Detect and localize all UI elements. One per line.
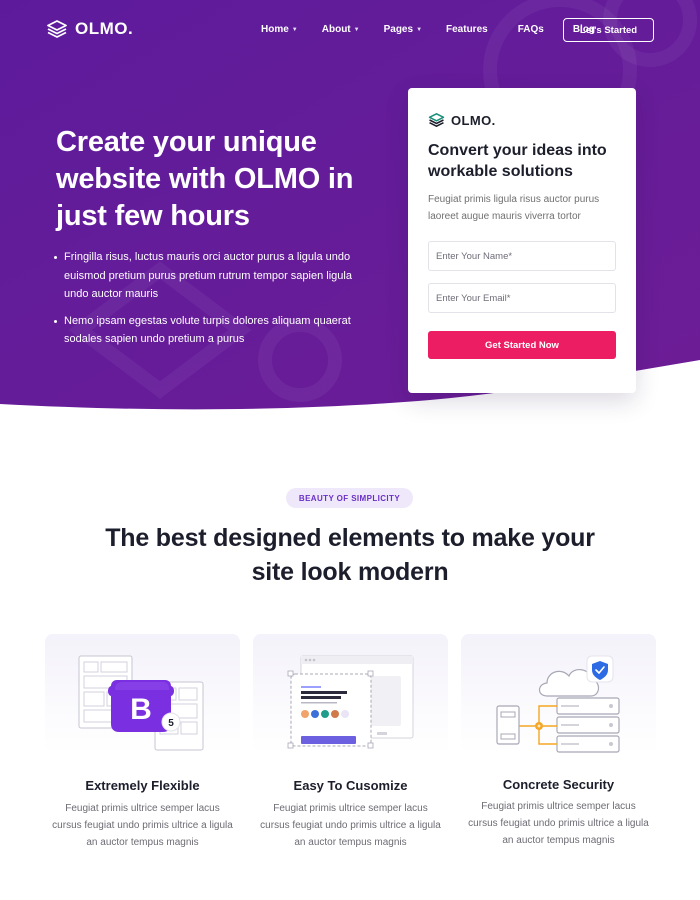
form-description: Feugiat primis ligula risus auctor purus… <box>428 194 600 222</box>
brand-logo[interactable]: OLMO. <box>46 19 133 39</box>
bootstrap-illustration: B 5 <box>78 655 204 751</box>
get-started-button[interactable]: Get Started Now <box>428 331 616 359</box>
feature-card-description: Feugiat primis ultrice semper lacus curs… <box>260 803 441 848</box>
customize-illustration <box>287 655 414 749</box>
section-title: The best designed elements to make your … <box>105 524 595 586</box>
lets-started-button[interactable]: Let's Started <box>563 18 654 42</box>
brand-name: OLMO. <box>75 19 134 38</box>
form-brand-name: OLMO. <box>451 112 496 128</box>
nav-item-label: Features <box>446 24 488 35</box>
name-input[interactable] <box>428 241 616 271</box>
nav-item-pages[interactable]: Pages ▼ <box>384 24 422 35</box>
feature-illustration <box>461 634 656 754</box>
hero-bullet-list: Fringilla risus, luctus mauris orci auct… <box>54 248 354 357</box>
chevron-down-icon: ▼ <box>291 26 298 33</box>
nav-item-features[interactable]: Features <box>446 24 488 35</box>
feature-card-security: Concrete Security Feugiat primis ultrice… <box>461 634 656 846</box>
feature-card-description: Feugiat primis ultrice semper lacus curs… <box>52 803 233 848</box>
feature-card-title: Concrete Security <box>502 777 615 792</box>
nav-item-label: Home <box>261 24 289 35</box>
list-item: Nemo ipsam egestas volute turpis dolores… <box>54 312 354 349</box>
signup-form-card: OLMO. Convert your ideas into workable s… <box>408 88 636 393</box>
feature-card-title: Easy To Cusomize <box>293 778 408 793</box>
section-badge: BEAUTY OF SIMPLICITY <box>286 488 413 508</box>
feature-card-description: Feugiat primis ultrice semper lacus curs… <box>468 801 649 846</box>
feature-illustration <box>253 634 448 754</box>
list-item: Fringilla risus, luctus mauris orci auct… <box>54 248 354 304</box>
version-badge-text: 5 <box>168 718 174 729</box>
feature-illustration: B 5 <box>45 634 240 754</box>
nav-item-faqs[interactable]: FAQs <box>518 24 544 35</box>
bootstrap-letter: B <box>130 693 152 726</box>
feature-card-flexible: B 5 Extremely Flexible Feugiat primis ul… <box>45 634 240 848</box>
feature-card-title: Extremely Flexible <box>85 778 200 793</box>
nav-item-label: Pages <box>383 24 414 35</box>
email-input[interactable] <box>428 283 616 313</box>
chevron-down-icon: ▼ <box>416 26 423 33</box>
security-illustration <box>496 655 620 753</box>
top-navigation: OLMO. Home ▼ About ▼ Pages ▼ Features FA… <box>0 0 700 60</box>
layers-icon <box>428 113 445 127</box>
form-title: Convert your ideas into workable solutio… <box>428 142 607 180</box>
chevron-down-icon: ▼ <box>353 26 360 33</box>
layers-icon <box>47 20 67 38</box>
hero-title: Create your unique website with OLMO in … <box>56 126 354 232</box>
nav-item-home[interactable]: Home ▼ <box>261 24 298 35</box>
nav-item-label: FAQs <box>517 24 544 35</box>
feature-card-customize: Easy To Cusomize Feugiat primis ultrice … <box>253 634 448 848</box>
nav-item-label: About <box>321 24 351 35</box>
form-brand-logo: OLMO. <box>428 112 496 128</box>
nav-item-about[interactable]: About ▼ <box>322 24 360 35</box>
